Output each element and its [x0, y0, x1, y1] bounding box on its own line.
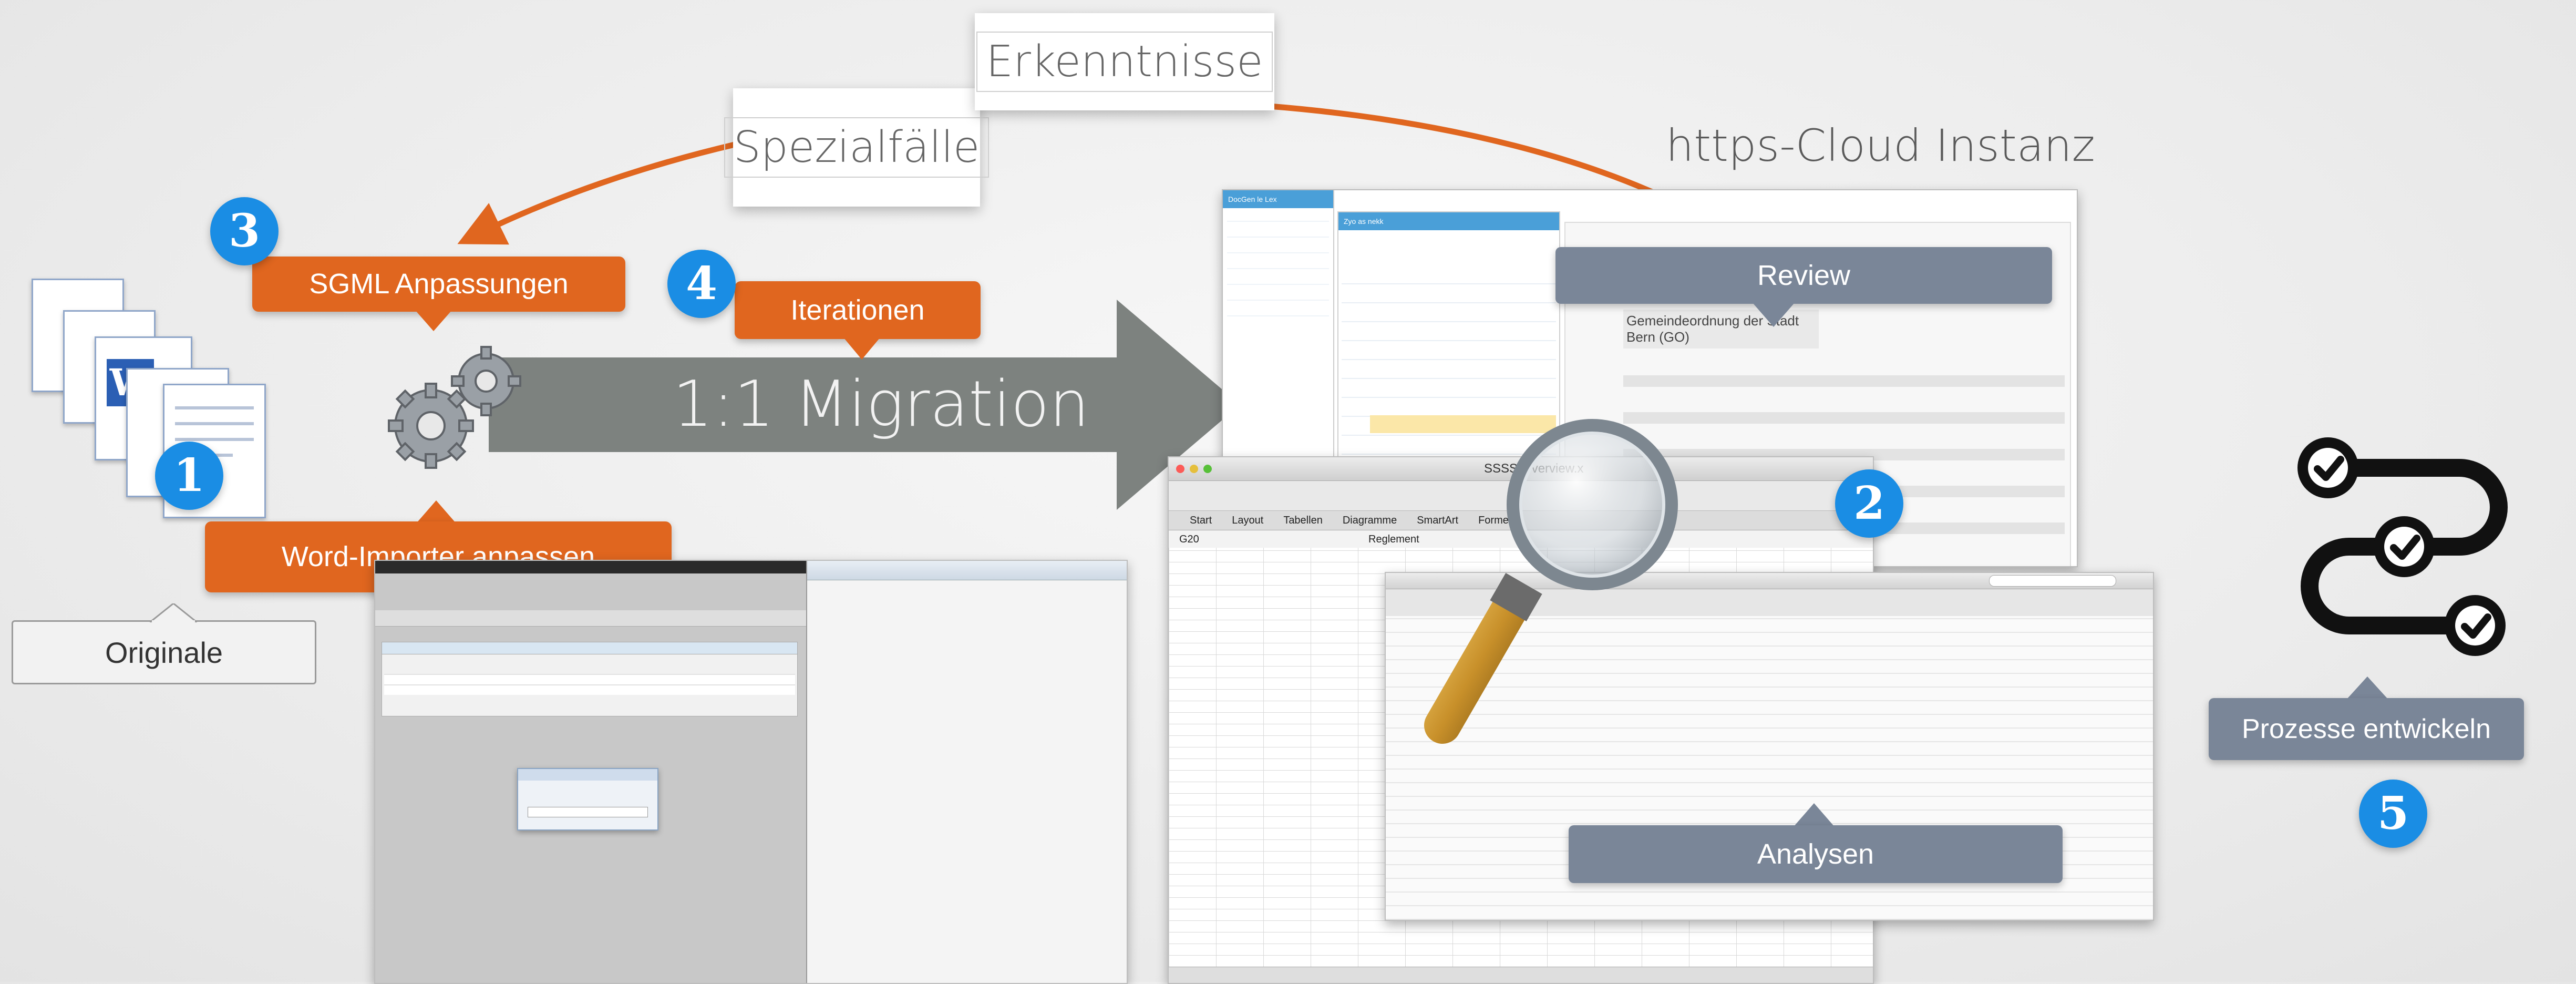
badge-2: 2 — [1835, 469, 1903, 538]
callout-review: Review — [1555, 247, 2052, 304]
window-zoom-dot[interactable] — [1203, 465, 1212, 473]
importer-right-pane — [806, 561, 1127, 983]
importer-dialog — [517, 768, 658, 831]
magnifier-icon — [1424, 419, 1678, 744]
callout-sgml-anpassungen: SGML Anpassungen — [252, 257, 625, 312]
callout-analysen: Analysen — [1569, 825, 2063, 883]
originale-label: Originale — [105, 636, 223, 669]
callout-analysen-label: Analysen — [1757, 838, 1874, 870]
ribbon-tab-layout[interactable]: Layout — [1232, 515, 1263, 527]
badge-3: 3 — [210, 197, 279, 265]
callout-analysen-pointer — [1793, 803, 1835, 827]
ribbon-tab-start[interactable]: Start — [1190, 515, 1212, 527]
originale-box: Originale — [12, 620, 316, 684]
cloud-title: https-Cloud Instanz — [1666, 120, 2095, 171]
cloud-sidebar-header: DocGen le Lex — [1223, 190, 1333, 208]
spreadsheet-statusbar — [1169, 967, 1873, 983]
originale-pointer — [150, 603, 197, 622]
badge-5: 5 — [2359, 780, 2427, 848]
importer-top-strip — [375, 561, 806, 573]
cell-reference[interactable]: G20 — [1179, 534, 1199, 546]
cloud-tree-header: Zyo as nekk — [1338, 212, 1559, 230]
cloud-sidebar-title: DocGen le Lex — [1228, 195, 1277, 203]
cloud-tree-title: Zyo as nekk — [1344, 217, 1384, 226]
badge-1: 1 — [155, 442, 223, 510]
ribbon-tab-diagramme[interactable]: Diagramme — [1343, 515, 1397, 527]
callout-sgml-label: SGML Anpassungen — [309, 268, 569, 300]
overlay-search-field[interactable] — [1989, 575, 2116, 587]
callout-review-label: Review — [1757, 260, 1851, 291]
migration-label: 1:1 Migration — [673, 368, 1089, 441]
importer-left-pane — [375, 573, 806, 983]
window-close-dot[interactable] — [1176, 465, 1184, 473]
gears-icon — [388, 346, 521, 469]
callout-iterationen: Iterationen — [735, 281, 981, 339]
window-minimize-dot[interactable] — [1190, 465, 1198, 473]
note-spezialfaelle: Spezialfälle — [724, 88, 990, 207]
callout-review-pointer — [1753, 303, 1795, 327]
cloud-sidebar-list — [1227, 216, 1329, 331]
callout-iterationen-pointer — [843, 337, 880, 360]
ribbon-tab-tabellen[interactable]: Tabellen — [1283, 515, 1323, 527]
callout-prozesse: Prozesse entwickeln — [2209, 698, 2524, 760]
callout-iterationen-label: Iterationen — [790, 294, 925, 326]
formula-value[interactable]: Reglement — [1368, 534, 1419, 546]
importer-progress-bar — [528, 807, 648, 817]
note-erkenntnisse: Erkenntnisse — [975, 13, 1274, 110]
importer-toolbar — [375, 610, 806, 627]
note-erkenntnisse-text: Erkenntnisse — [976, 32, 1273, 92]
word-importer-screenshot — [374, 560, 1128, 984]
badge-4: 4 — [667, 250, 736, 318]
note-spezialfaelle-text: Spezialfälle — [724, 117, 990, 178]
callout-prozesse-pointer — [2346, 676, 2388, 700]
importer-explorer-bar — [807, 561, 1127, 580]
process-steps-icon — [2297, 437, 2508, 656]
callout-sgml-pointer — [415, 310, 452, 331]
callout-prozesse-label: Prozesse entwickeln — [2242, 714, 2491, 744]
importer-upload-panel — [382, 642, 798, 716]
